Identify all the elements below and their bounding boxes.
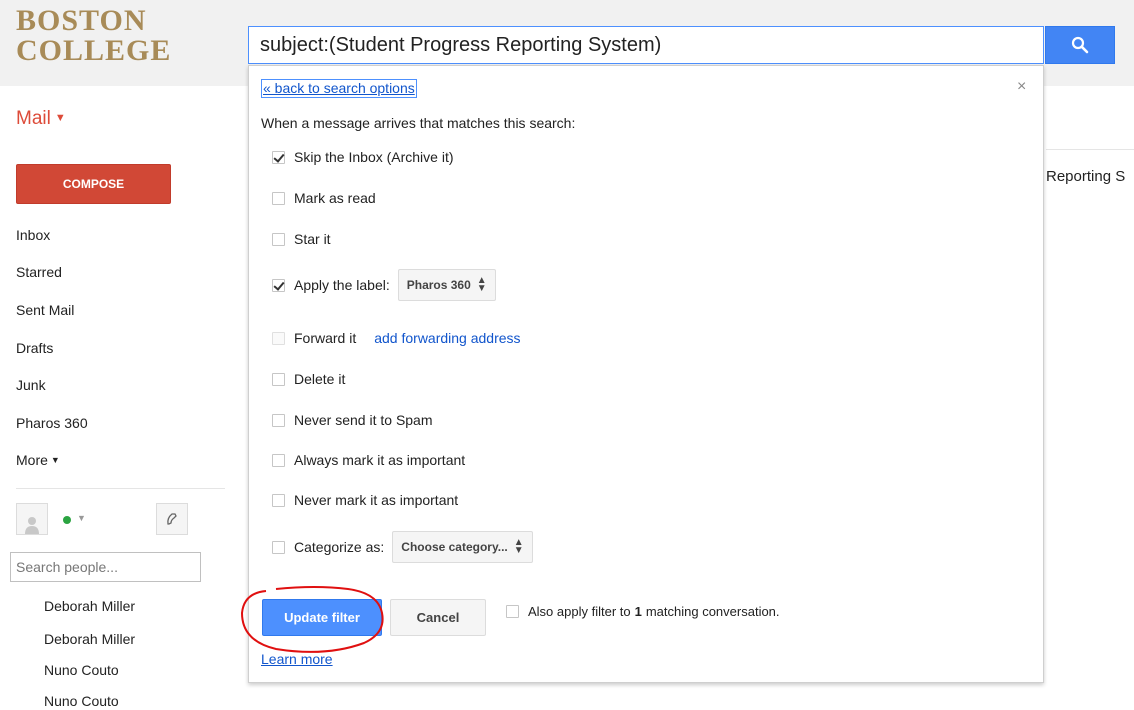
checkbox-star-it[interactable] (272, 232, 285, 246)
toolbar-area (1046, 86, 1134, 150)
close-icon[interactable]: × (1017, 78, 1026, 96)
contact-item[interactable]: Nuno Couto (44, 662, 119, 678)
mail-menu[interactable]: Mail ▼ (16, 108, 66, 130)
checkbox-apply-label[interactable] (272, 278, 285, 292)
option-label: Always mark it as important (294, 452, 466, 468)
category-select[interactable]: Choose category... ▲ ▼ (392, 531, 533, 563)
checkbox-mark-as-read[interactable] (272, 191, 285, 205)
phone-icon (167, 513, 177, 525)
option-label: Star it (294, 231, 331, 247)
logo-line-1: BOSTON (16, 4, 147, 37)
chevron-down-icon: ▼ (54, 112, 66, 124)
label-select-value: Pharos 360 (406, 278, 471, 292)
contact-item[interactable]: Nuno Couto (44, 693, 119, 709)
checkbox-forward-it[interactable] (272, 331, 285, 345)
option-delete-it[interactable]: Delete it (272, 371, 345, 387)
option-label: Delete it (294, 371, 346, 387)
message-subject-snippet[interactable]: Reporting S (1046, 168, 1125, 185)
back-to-search-options-link[interactable]: « back to search options (261, 79, 417, 98)
option-label: Mark as read (294, 190, 376, 206)
nav-item-junk[interactable]: Junk (16, 377, 46, 393)
boston-college-logo[interactable]: BOSTON COLLEGE (16, 6, 171, 66)
learn-more-link[interactable]: Learn more (261, 651, 333, 667)
option-star-it[interactable]: Star it (272, 231, 331, 247)
option-label: Never mark it as important (294, 492, 459, 508)
also-apply-count: 1 (634, 604, 642, 619)
filter-dialog: « back to search options × When a messag… (248, 65, 1044, 683)
category-select-value: Choose category... (401, 540, 508, 554)
cancel-button[interactable]: Cancel (390, 599, 486, 636)
option-label: Never send it to Spam (294, 412, 433, 428)
option-label: Skip the Inbox (Archive it) (294, 149, 454, 165)
nav-item-inbox[interactable]: Inbox (16, 227, 50, 243)
also-apply-option[interactable]: Also apply filter to 1 matching conversa… (506, 604, 780, 619)
logo-line-2: COLLEGE (16, 34, 172, 67)
avatar[interactable] (16, 503, 48, 535)
select-arrows-icon: ▲ ▼ (476, 275, 487, 294)
select-arrows-icon: ▲ ▼ (513, 537, 524, 556)
also-apply-prefix: Also apply filter to (528, 604, 631, 619)
more-label: More (16, 452, 48, 468)
update-filter-button[interactable]: Update filter (262, 599, 382, 636)
person-icon (25, 517, 39, 534)
option-never-important[interactable]: Never mark it as important (272, 492, 458, 508)
nav-item-drafts[interactable]: Drafts (16, 340, 53, 356)
add-forwarding-address-link[interactable]: add forwarding address (374, 330, 520, 346)
option-label: Forward it (294, 330, 357, 346)
contact-item[interactable]: Deborah Miller (44, 631, 135, 647)
compose-button[interactable]: COMPOSE (16, 164, 171, 204)
checkbox-delete-it[interactable] (272, 372, 285, 386)
nav-item-sent-mail[interactable]: Sent Mail (16, 302, 74, 318)
option-label: Apply the label: (294, 277, 390, 293)
option-skip-inbox[interactable]: Skip the Inbox (Archive it) (272, 149, 454, 165)
search-people-input[interactable]: Search people... (10, 552, 201, 582)
search-input[interactable]: subject:(Student Progress Reporting Syst… (248, 26, 1044, 64)
option-apply-label[interactable]: Apply the label: Pharos 360 ▲ ▼ (272, 269, 496, 301)
checkbox-categorize[interactable] (272, 540, 285, 554)
checkbox-never-spam[interactable] (272, 413, 285, 427)
nav-item-starred[interactable]: Starred (16, 264, 62, 280)
chevron-down-icon[interactable]: ▼ (77, 513, 86, 523)
option-always-important[interactable]: Always mark it as important (272, 452, 465, 468)
online-status-icon[interactable] (63, 516, 71, 524)
option-categorize[interactable]: Categorize as: Choose category... ▲ ▼ (272, 531, 533, 563)
option-mark-as-read[interactable]: Mark as read (272, 190, 376, 206)
option-forward-it[interactable]: Forward it add forwarding address (272, 330, 521, 346)
search-button[interactable] (1045, 26, 1115, 64)
option-label: Categorize as: (294, 539, 385, 555)
checkbox-skip-inbox[interactable] (272, 150, 285, 164)
chevron-down-icon: ▼ (50, 455, 60, 465)
contact-item[interactable]: Deborah Miller (44, 598, 135, 614)
nav-divider (16, 488, 225, 489)
checkbox-always-important[interactable] (272, 453, 285, 467)
also-apply-suffix: matching conversation. (645, 604, 780, 619)
label-select[interactable]: Pharos 360 ▲ ▼ (397, 269, 496, 301)
checkbox-also-apply[interactable] (506, 605, 519, 618)
option-never-spam[interactable]: Never send it to Spam (272, 412, 433, 428)
nav-item-pharos-360[interactable]: Pharos 360 (16, 415, 88, 431)
filter-intro-text: When a message arrives that matches this… (261, 115, 576, 131)
phone-call-button[interactable] (156, 503, 188, 535)
mail-label: Mail (16, 108, 51, 129)
search-icon (1071, 36, 1089, 54)
checkbox-never-important[interactable] (272, 493, 285, 507)
nav-item-more[interactable]: More ▼ (16, 452, 60, 468)
